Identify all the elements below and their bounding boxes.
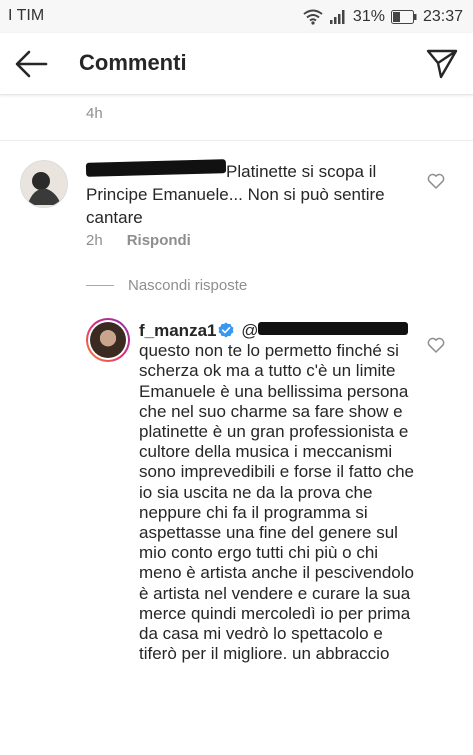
battery-percent: 31% [352,8,385,25]
status-icons: 31% 23:37 [303,6,463,28]
comment-time: 2h [86,232,103,249]
previous-comment-time: 4h [86,105,103,122]
carrier-label: I TIM [8,7,45,24]
heart-icon[interactable] [427,173,445,189]
share-button[interactable] [425,46,459,80]
divider [0,140,473,141]
reply-text: f_manza1 @ questo non te lo permetto fin… [139,321,414,664]
redacted-mention [258,322,409,335]
hide-replies-button[interactable]: Nascondi risposte [86,277,247,294]
reply-button[interactable]: Rispondi [127,232,191,249]
back-button[interactable] [12,47,50,81]
avatar-image [90,322,126,358]
avatar[interactable] [20,160,68,208]
user-silhouette-icon [29,172,61,205]
verified-badge-icon [218,322,234,338]
comment-text: Platinette si scopa il Principe Emanuele… [85,159,416,229]
reply-body: questo non te lo permetto finché si sche… [139,341,414,664]
heart-icon[interactable] [427,337,445,353]
clock: 23:37 [422,8,463,25]
wifi-icon [303,9,323,25]
redacted-username [85,159,227,177]
status-bar: I TIM 31% 23:37 [0,0,473,33]
battery-icon [390,10,417,24]
hide-replies-label: Nascondi risposte [128,277,248,294]
app-bar: Commenti [0,33,473,95]
arrow-left-icon [15,50,48,78]
signal-icon [329,10,345,24]
page-title: Commenti [79,50,187,75]
mention-prefix[interactable]: @ [241,321,258,340]
comment-meta: 2h Rispondi [86,232,191,249]
reply-avatar[interactable] [86,318,130,362]
hide-replies-line [86,285,114,286]
paper-plane-icon [426,49,458,79]
reply-username[interactable]: f_manza1 [139,321,216,340]
